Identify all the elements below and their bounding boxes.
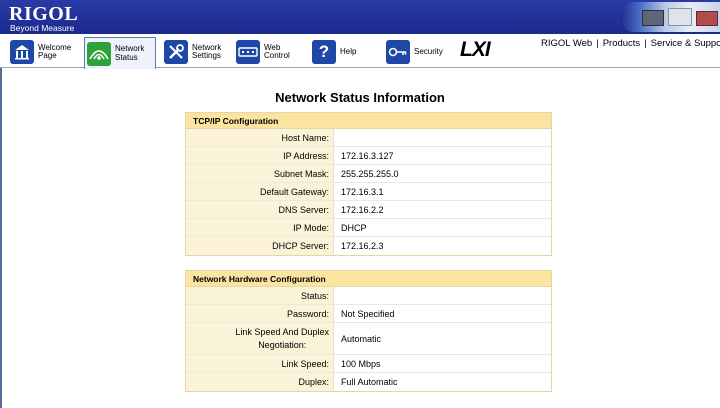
field-label: DHCP Server: — [186, 237, 334, 255]
tcpip-section: TCP/IP Configuration Host Name: IP Addre… — [185, 112, 552, 256]
table-row: Link Speed And Duplex Negotiation: Automa… — [186, 323, 551, 355]
header-bar: RIGOL Beyond Measure — [0, 0, 720, 34]
table-row: Default Gateway: 172.16.3.1 — [186, 183, 551, 201]
network-status-icon — [87, 41, 111, 66]
link-service-support[interactable]: Service & Suppor — [651, 38, 720, 49]
web-control-icon — [236, 40, 260, 64]
field-value: 172.16.3.127 — [334, 147, 551, 164]
nav-item-network-settings[interactable]: Network Settings — [164, 38, 221, 66]
link-separator: | — [644, 38, 647, 49]
table-row: IP Address: 172.16.3.127 — [186, 147, 551, 165]
field-label: Default Gateway: — [186, 183, 334, 200]
field-label: IP Mode: — [186, 219, 334, 236]
nav-label: Network Settings — [192, 42, 222, 60]
table-row: Subnet Mask: 255.255.255.0 — [186, 165, 551, 183]
instrument-image — [668, 8, 692, 26]
banner-image — [620, 2, 720, 32]
field-label: Password: — [186, 305, 334, 322]
nav-label: Web Control — [264, 42, 290, 60]
logo-tagline: Beyond Measure — [10, 23, 75, 33]
field-value: Full Automatic — [334, 373, 551, 391]
field-label: Duplex: — [186, 373, 334, 391]
field-value: 172.16.2.2 — [334, 201, 551, 218]
link-rigol-web[interactable]: RIGOL Web — [541, 38, 592, 49]
section-heading: TCP/IP Configuration — [186, 113, 551, 129]
field-value: 100 Mbps — [334, 355, 551, 372]
field-value: Automatic — [334, 323, 551, 354]
link-separator: | — [596, 38, 599, 49]
field-label: Status: — [186, 287, 334, 304]
section-heading: Network Hardware Configuration — [186, 271, 551, 287]
top-links: RIGOL Web | Products | Service & Suppor — [541, 38, 720, 49]
field-label: Subnet Mask: — [186, 165, 334, 182]
nav-item-security[interactable]: Security — [386, 38, 443, 66]
table-row: IP Mode: DHCP — [186, 219, 551, 237]
table-row: Status: — [186, 287, 551, 305]
rigol-logo[interactable]: RIGOL — [9, 3, 78, 25]
field-value: 255.255.255.0 — [334, 165, 551, 182]
nav-item-web-control[interactable]: Web Control — [236, 38, 290, 66]
table-row: Link Speed: 100 Mbps — [186, 355, 551, 373]
table-row: DNS Server: 172.16.2.2 — [186, 201, 551, 219]
hardware-section: Network Hardware Configuration Status: P… — [185, 270, 552, 392]
nav-item-network-status[interactable]: Network Status — [84, 37, 156, 69]
nav-item-help[interactable]: ? Help — [312, 38, 356, 66]
nav-label: Help — [340, 46, 357, 56]
field-value: DHCP — [334, 219, 551, 236]
field-label: IP Address: — [186, 147, 334, 164]
link-products[interactable]: Products — [603, 38, 641, 49]
table-row: DHCP Server: 172.16.2.3 — [186, 237, 551, 255]
tools-icon — [164, 40, 188, 64]
nav-label: Network Status — [115, 44, 145, 62]
instrument-image — [696, 11, 718, 26]
lxi-logo: LXI — [460, 38, 491, 61]
field-value: Not Specified — [334, 305, 551, 322]
field-label: Link Speed: — [186, 355, 334, 372]
field-value: 172.16.3.1 — [334, 183, 551, 200]
home-icon — [10, 40, 34, 64]
table-row: Password: Not Specified — [186, 305, 551, 323]
nav-label: Security — [414, 46, 443, 56]
help-icon: ? — [312, 40, 336, 64]
instrument-image — [642, 10, 664, 26]
table-row: Host Name: — [186, 129, 551, 147]
key-icon — [386, 40, 410, 64]
table-row: Duplex: Full Automatic — [186, 373, 551, 391]
nav-item-welcome[interactable]: Welcome Page — [10, 38, 71, 66]
page-title: Network Status Information — [275, 90, 445, 105]
field-value: 172.16.2.3 — [334, 237, 551, 255]
field-label: Link Speed And Duplex Negotiation: — [186, 323, 334, 354]
field-value — [334, 129, 551, 146]
field-label: Host Name: — [186, 129, 334, 146]
nav-label: Welcome Page — [38, 42, 72, 60]
field-value — [334, 287, 551, 304]
field-label: DNS Server: — [186, 201, 334, 218]
